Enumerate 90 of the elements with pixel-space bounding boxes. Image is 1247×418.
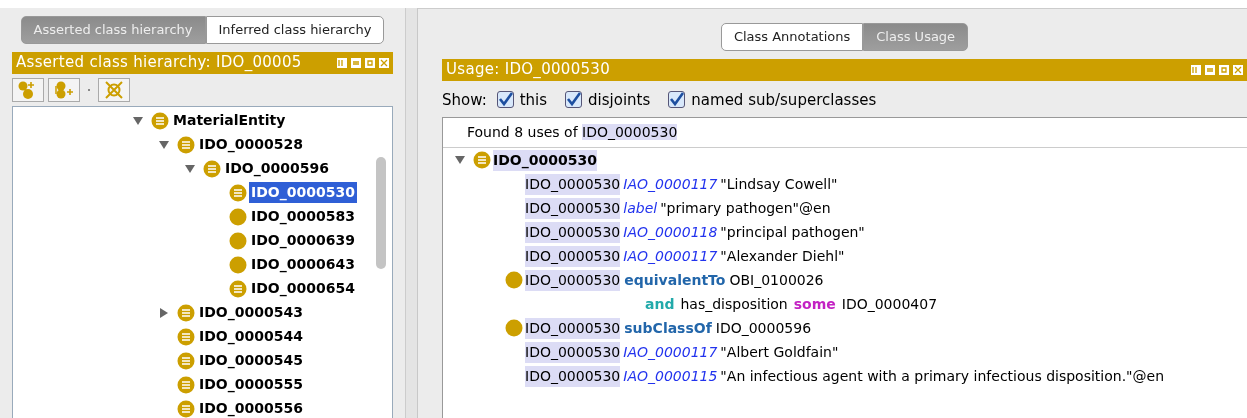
lined-circle-icon xyxy=(177,375,195,394)
splitter[interactable] xyxy=(406,8,418,418)
found-text: Found 8 uses of xyxy=(467,124,578,140)
class-name[interactable]: IDO_0000596 xyxy=(715,317,812,339)
lined-circle-icon xyxy=(229,279,247,298)
expanded-arrow-icon[interactable] xyxy=(132,114,144,127)
annotation-value: "Alexander Diehl" xyxy=(720,246,845,266)
tree-item[interactable]: IDO_0000543 xyxy=(197,302,305,323)
panel-title: Asserted class hierarchy: IDO_00005 xyxy=(16,52,302,74)
circle-icon xyxy=(229,207,247,226)
axiom-keyword: equivalentTo xyxy=(624,270,726,290)
checkbox[interactable] xyxy=(565,91,583,109)
close-icon[interactable] xyxy=(1233,64,1243,75)
collapsed-arrow-icon[interactable] xyxy=(158,306,170,319)
expanded-arrow-icon[interactable] xyxy=(454,154,466,166)
tab[interactable]: Class Annotations xyxy=(720,23,864,51)
scrollbar[interactable] xyxy=(376,156,386,269)
subject-class: IDO_0000530 xyxy=(525,221,621,243)
close-icon[interactable] xyxy=(379,57,389,68)
circle-icon xyxy=(229,255,247,274)
annotation-property[interactable]: IAO_0000118 xyxy=(623,221,718,243)
maximize-icon[interactable] xyxy=(365,57,375,68)
annotation-value: "principal pathogen" xyxy=(720,222,865,242)
tree-item[interactable]: IDO_0000583 xyxy=(249,206,357,227)
annotation-value: "primary pathogen"@en xyxy=(660,198,831,218)
annotation-property[interactable]: IAO_0000117 xyxy=(623,173,718,195)
maximize-icon[interactable] xyxy=(1219,64,1229,75)
minimize-icon[interactable] xyxy=(1205,64,1215,75)
lined-circle-icon xyxy=(177,135,195,154)
expanded-arrow-icon[interactable] xyxy=(158,138,170,151)
circle-icon xyxy=(505,319,523,337)
tree-item[interactable]: IDO_0000639 xyxy=(249,230,357,251)
expression-term: IDO_0000407 xyxy=(841,294,938,314)
subject-class: IDO_0000530 xyxy=(525,173,621,195)
annotation-property[interactable]: IAO_0000117 xyxy=(623,245,718,267)
lined-circle-icon xyxy=(151,111,169,130)
circle-icon xyxy=(229,231,247,250)
subject-class: IDO_0000530 xyxy=(525,197,621,219)
lined-circle-icon xyxy=(177,303,195,322)
tree-item[interactable]: IDO_0000596 xyxy=(223,158,331,179)
usage-class: IDO_0000530 xyxy=(493,149,597,171)
checkbox[interactable] xyxy=(496,91,514,109)
lined-circle-icon xyxy=(229,183,247,202)
class-name: IDO_0000530 xyxy=(582,124,678,140)
subject-class: IDO_0000530 xyxy=(525,341,621,363)
minimize-icon[interactable] xyxy=(351,57,361,68)
crossed-node-icon xyxy=(103,79,125,100)
tree-item[interactable]: IDO_0000654 xyxy=(249,278,357,299)
tree-item[interactable]: IDO_0000643 xyxy=(249,254,357,275)
checkbox[interactable] xyxy=(668,91,686,109)
tree-item[interactable]: IDO_0000556 xyxy=(197,398,305,418)
lined-circle-icon xyxy=(177,327,195,346)
checkbox-label: named sub/superclasses xyxy=(691,89,877,111)
checkbox-label: this xyxy=(519,89,548,111)
circle-icon xyxy=(505,271,523,289)
subject-class: IDO_0000530 xyxy=(525,269,621,291)
expression-keyword: some xyxy=(793,294,836,314)
tree-item[interactable]: MaterialEntity xyxy=(171,110,288,131)
split-icon[interactable] xyxy=(337,57,347,68)
tree-item[interactable]: IDO_0000530 xyxy=(249,182,357,203)
show-label: Show: xyxy=(442,89,487,111)
tree-item[interactable]: IDO_0000545 xyxy=(197,350,305,371)
subject-class: IDO_0000530 xyxy=(525,365,621,387)
tab[interactable]: Inferred class hierarchy xyxy=(205,16,385,44)
annotation-value: "An infectious agent with a primary infectious disposition."@en xyxy=(720,366,1165,386)
delete-class-button[interactable] xyxy=(98,77,130,102)
annotation-property[interactable]: IAO_0000117 xyxy=(623,341,718,363)
annotation-value: "Albert Goldfain" xyxy=(720,342,839,362)
axiom-keyword: subClassOf xyxy=(624,318,712,338)
annotation-property[interactable]: label xyxy=(623,197,658,219)
annotation-property[interactable]: IAO_0000115 xyxy=(623,365,718,387)
expanded-arrow-icon[interactable] xyxy=(184,162,196,175)
nodes-plus-icon xyxy=(53,79,75,100)
annotation-value: "Lindsay Cowell" xyxy=(720,174,838,194)
subject-class: IDO_0000530 xyxy=(525,245,621,267)
tree-item[interactable]: IDO_0000528 xyxy=(197,134,305,155)
checkbox-label: disjoints xyxy=(588,89,651,111)
add-sibling-button[interactable] xyxy=(48,77,80,102)
subject-class: IDO_0000530 xyxy=(525,317,621,339)
lined-circle-icon xyxy=(473,151,491,169)
tree-item[interactable]: IDO_0000555 xyxy=(197,374,305,395)
tree-item[interactable]: IDO_0000544 xyxy=(197,326,305,347)
add-subclass-button[interactable] xyxy=(12,77,44,102)
panel-title: Usage: IDO_0000530 xyxy=(446,59,611,81)
expression-keyword: and xyxy=(645,294,675,314)
class-name[interactable]: OBI_0100026 xyxy=(729,269,824,291)
lined-circle-icon xyxy=(177,351,195,370)
lined-circle-icon xyxy=(203,159,221,178)
expression-term: has_disposition xyxy=(680,294,788,314)
split-icon[interactable] xyxy=(1191,64,1201,75)
